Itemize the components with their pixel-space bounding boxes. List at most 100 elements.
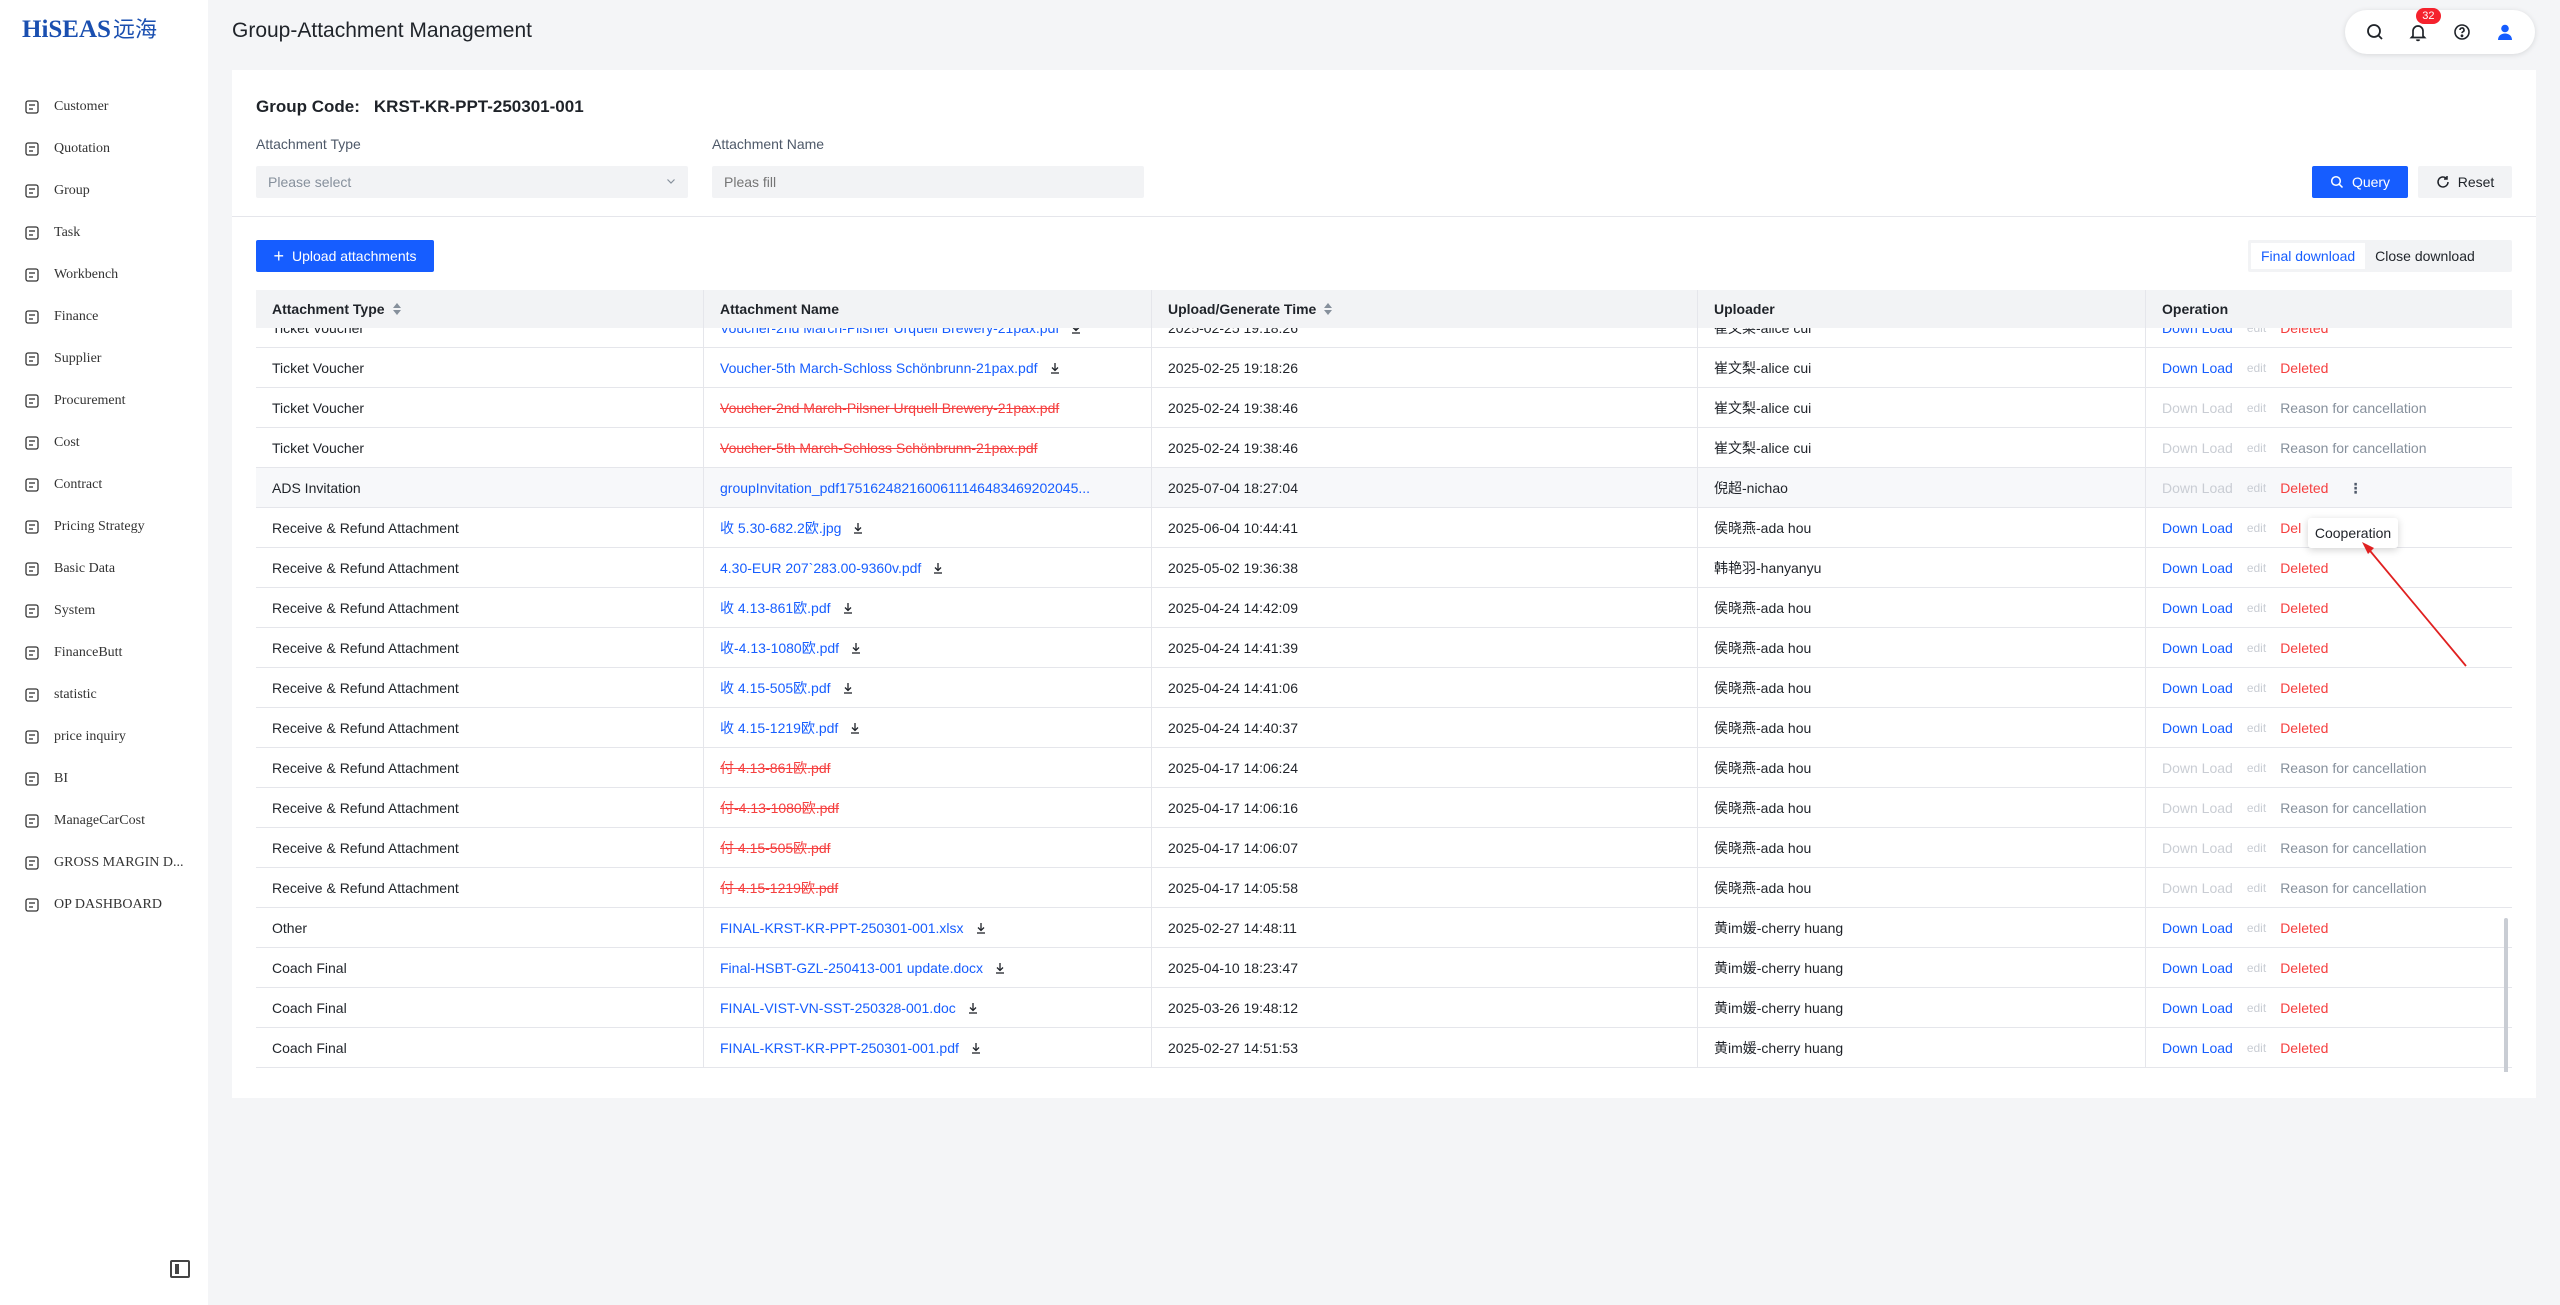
download-icon[interactable] (974, 921, 988, 935)
download-icon[interactable] (849, 641, 863, 655)
download-link[interactable]: Down Load (2162, 720, 2233, 736)
upload-attachments-button[interactable]: + Upload attachments (256, 240, 434, 272)
delete-link[interactable]: Deleted (2280, 1040, 2328, 1056)
logo-cn-text: 远海 (112, 17, 157, 42)
delete-link[interactable]: Deleted (2280, 680, 2328, 696)
delete-link[interactable]: Deleted (2280, 360, 2328, 376)
download-link[interactable]: Down Load (2162, 920, 2233, 936)
download-icon[interactable] (841, 681, 855, 695)
upload-time-text: 2025-04-17 14:06:07 (1168, 840, 1298, 856)
attachment-link[interactable]: Voucher-2nd March-Pilsner Urquell Brewer… (720, 328, 1059, 336)
reset-button[interactable]: Reset (2418, 166, 2512, 198)
download-icon[interactable] (993, 961, 1007, 975)
sidebar-item-financebutt[interactable]: FinanceButt (0, 632, 208, 674)
attachment-name-input[interactable] (712, 166, 1144, 198)
download-icon[interactable] (966, 1001, 980, 1015)
delete-link[interactable]: Deleted (2280, 720, 2328, 736)
delete-link[interactable]: Deleted (2280, 480, 2328, 496)
sidebar-item-quotation[interactable]: Quotation (0, 128, 208, 170)
download-icon[interactable] (1048, 361, 1062, 375)
sidebar-item-group[interactable]: Group (0, 170, 208, 212)
sidebar-item-price-inquiry[interactable]: price inquiry (0, 716, 208, 758)
attachment-link[interactable]: 收 4.15-1219欧.pdf (720, 718, 838, 738)
download-link[interactable]: Down Load (2162, 600, 2233, 616)
download-link[interactable]: Down Load (2162, 520, 2233, 536)
user-avatar-icon[interactable] (2491, 18, 2519, 46)
download-link[interactable]: Down Load (2162, 360, 2233, 376)
download-icon[interactable] (848, 721, 862, 735)
sidebar-collapse-icon[interactable] (170, 1260, 190, 1278)
attachment-link[interactable]: Voucher-5th March-Schloss Schönbrunn-21p… (720, 360, 1038, 376)
search-icon[interactable] (2361, 18, 2389, 46)
sidebar-item-finance[interactable]: Finance (0, 296, 208, 338)
sort-icon[interactable] (1324, 303, 1333, 315)
delete-link[interactable]: Del (2280, 520, 2301, 536)
delete-link[interactable]: Deleted (2280, 328, 2328, 336)
uploader-text: 崔文梨-alice cui (1714, 440, 1812, 456)
sidebar-item-supplier[interactable]: Supplier (0, 338, 208, 380)
delete-link[interactable]: Deleted (2280, 1000, 2328, 1016)
table-scrollbar[interactable] (2504, 918, 2508, 1072)
download-link[interactable]: Down Load (2162, 1000, 2233, 1016)
attachment-link[interactable]: FINAL-KRST-KR-PPT-250301-001.xlsx (720, 920, 964, 936)
sidebar-item-cost[interactable]: Cost (0, 422, 208, 464)
sidebar-item-contract[interactable]: Contract (0, 464, 208, 506)
sidebar-item-pricing-strategy[interactable]: Pricing Strategy (0, 506, 208, 548)
attachment-link[interactable]: FINAL-KRST-KR-PPT-250301-001.pdf (720, 1040, 959, 1056)
delete-link[interactable]: Deleted (2280, 560, 2328, 576)
sidebar-item-workbench[interactable]: Workbench (0, 254, 208, 296)
sidebar-item-statistic[interactable]: statistic (0, 674, 208, 716)
uploader-text: 黄im媛-cherry huang (1714, 920, 1844, 936)
final-download-option[interactable]: Final download (2251, 243, 2366, 269)
download-icon[interactable] (841, 601, 855, 615)
download-link[interactable]: Down Load (2162, 640, 2233, 656)
help-icon[interactable] (2448, 18, 2476, 46)
query-button[interactable]: Query (2312, 166, 2408, 198)
delete-link[interactable]: Deleted (2280, 920, 2328, 936)
attachment-link[interactable]: 付 4.13-861欧.pdf (720, 758, 831, 778)
attachment-link[interactable]: 付 4.15-505欧.pdf (720, 838, 831, 858)
delete-link[interactable]: Deleted (2280, 600, 2328, 616)
download-icon[interactable] (969, 1041, 983, 1055)
sidebar-item-customer[interactable]: Customer (0, 86, 208, 128)
delete-link[interactable]: Deleted (2280, 640, 2328, 656)
app-logo[interactable]: HiSEAS远海 (22, 12, 157, 44)
attachment-link[interactable]: 付-4.13-1080欧.pdf (720, 798, 839, 818)
cell-upload-time: 2025-04-24 14:40:37 (1152, 708, 1698, 748)
header-attachment-type[interactable]: Attachment Type (256, 290, 704, 328)
sidebar-item-op-dashboard[interactable]: OP DASHBOARD (0, 884, 208, 926)
sidebar-item-bi[interactable]: BI (0, 758, 208, 800)
download-link[interactable]: Down Load (2162, 560, 2233, 576)
attachment-type-select[interactable]: Please select (256, 166, 688, 198)
notification-bell-icon[interactable]: 32 (2404, 8, 2441, 46)
sidebar-item-managecarcost[interactable]: ManageCarCost (0, 800, 208, 842)
download-link[interactable]: Down Load (2162, 960, 2233, 976)
header-upload-time[interactable]: Upload/Generate Time (1152, 290, 1698, 328)
attachment-link[interactable]: 付 4.15-1219欧.pdf (720, 878, 838, 898)
attachment-link[interactable]: Final-HSBT-GZL-250413-001 update.docx (720, 960, 983, 976)
delete-link[interactable]: Deleted (2280, 960, 2328, 976)
attachment-link[interactable]: 收 4.13-861欧.pdf (720, 598, 831, 618)
attachment-link[interactable]: 收 5.30-682.2欧.jpg (720, 518, 841, 538)
download-icon[interactable] (931, 561, 945, 575)
sidebar-item-task[interactable]: Task (0, 212, 208, 254)
close-download-option[interactable]: Close download (2365, 243, 2485, 269)
attachment-link[interactable]: 4.30-EUR 207`283.00-9360v.pdf (720, 560, 921, 576)
attachment-link[interactable]: 收 4.15-505欧.pdf (720, 678, 831, 698)
download-icon[interactable] (1069, 328, 1083, 335)
sort-icon[interactable] (392, 303, 401, 315)
attachment-link[interactable]: FINAL-VIST-VN-SST-250328-001.doc (720, 1000, 956, 1016)
sidebar-item-basic-data[interactable]: Basic Data (0, 548, 208, 590)
attachment-link[interactable]: 收-4.13-1080欧.pdf (720, 638, 839, 658)
download-link[interactable]: Down Load (2162, 680, 2233, 696)
more-options-icon[interactable]: ⋮ (2348, 480, 2362, 497)
download-link[interactable]: Down Load (2162, 1040, 2233, 1056)
sidebar-item-system[interactable]: System (0, 590, 208, 632)
sidebar-item-gross-margin-d[interactable]: GROSS MARGIN D... (0, 842, 208, 884)
sidebar-item-procurement[interactable]: Procurement (0, 380, 208, 422)
download-link[interactable]: Down Load (2162, 328, 2233, 336)
attachment-link[interactable]: Voucher-5th March-Schloss Schönbrunn-21p… (720, 440, 1038, 456)
download-icon[interactable] (851, 521, 865, 535)
attachment-link[interactable]: Voucher-2nd March-Pilsner Urquell Brewer… (720, 400, 1059, 416)
attachment-link[interactable]: groupInvitation_pdf175162482160061114648… (720, 480, 1090, 496)
